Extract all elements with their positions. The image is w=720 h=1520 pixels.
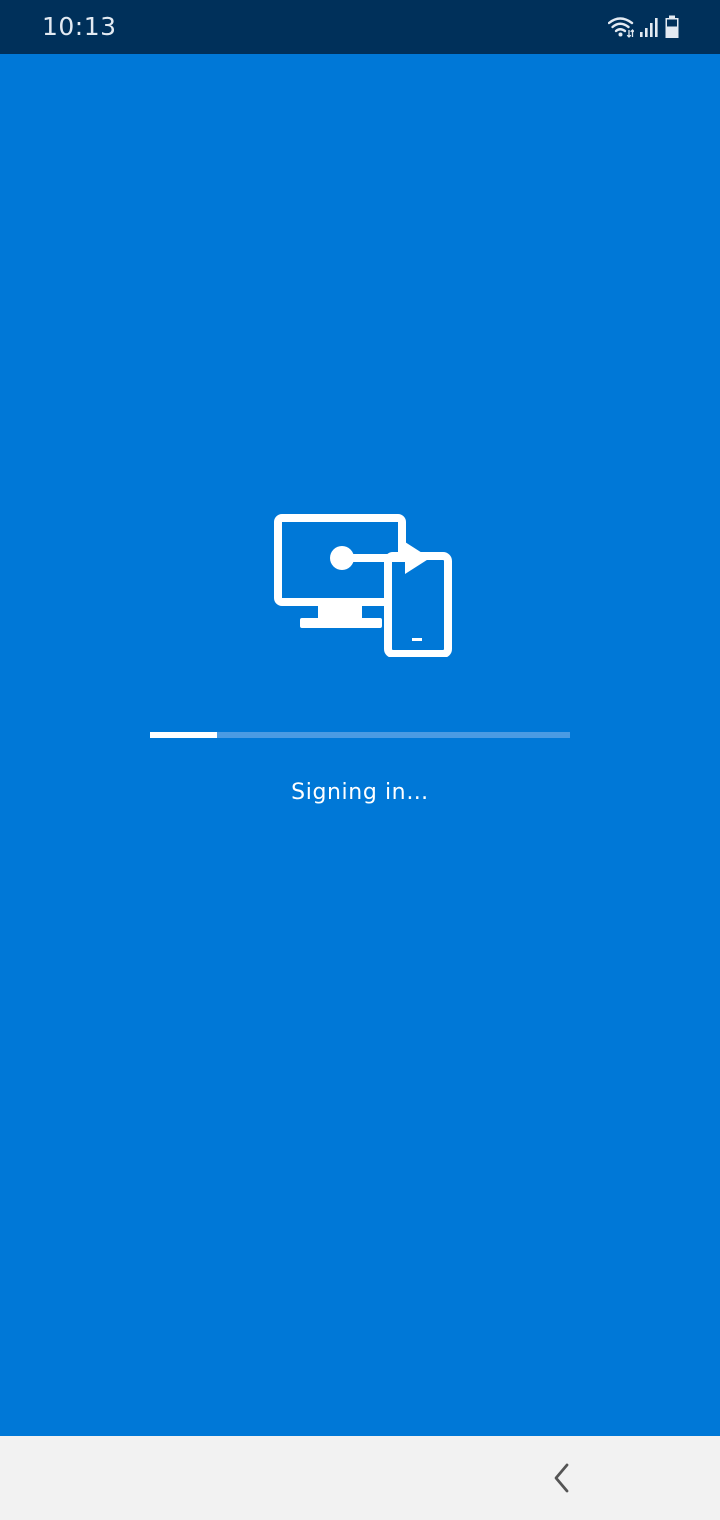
- back-button[interactable]: [540, 1456, 584, 1500]
- signing-in-screen: Signing in…: [0, 54, 720, 1436]
- wifi-icon: [608, 17, 634, 38]
- cellular-signal-icon: [640, 18, 658, 37]
- progress-bar: [150, 732, 570, 738]
- back-chevron-icon: [554, 1463, 569, 1493]
- signing-in-message: Signing in…: [291, 780, 429, 805]
- navigation-bar: [0, 1436, 720, 1520]
- status-time: 10:13: [42, 12, 117, 41]
- battery-icon: [665, 15, 679, 38]
- status-icons: [603, 14, 680, 40]
- progress-bar-fill: [150, 732, 218, 738]
- status-bar: 10:13: [0, 0, 720, 54]
- remote-desktop-icon: [274, 514, 452, 657]
